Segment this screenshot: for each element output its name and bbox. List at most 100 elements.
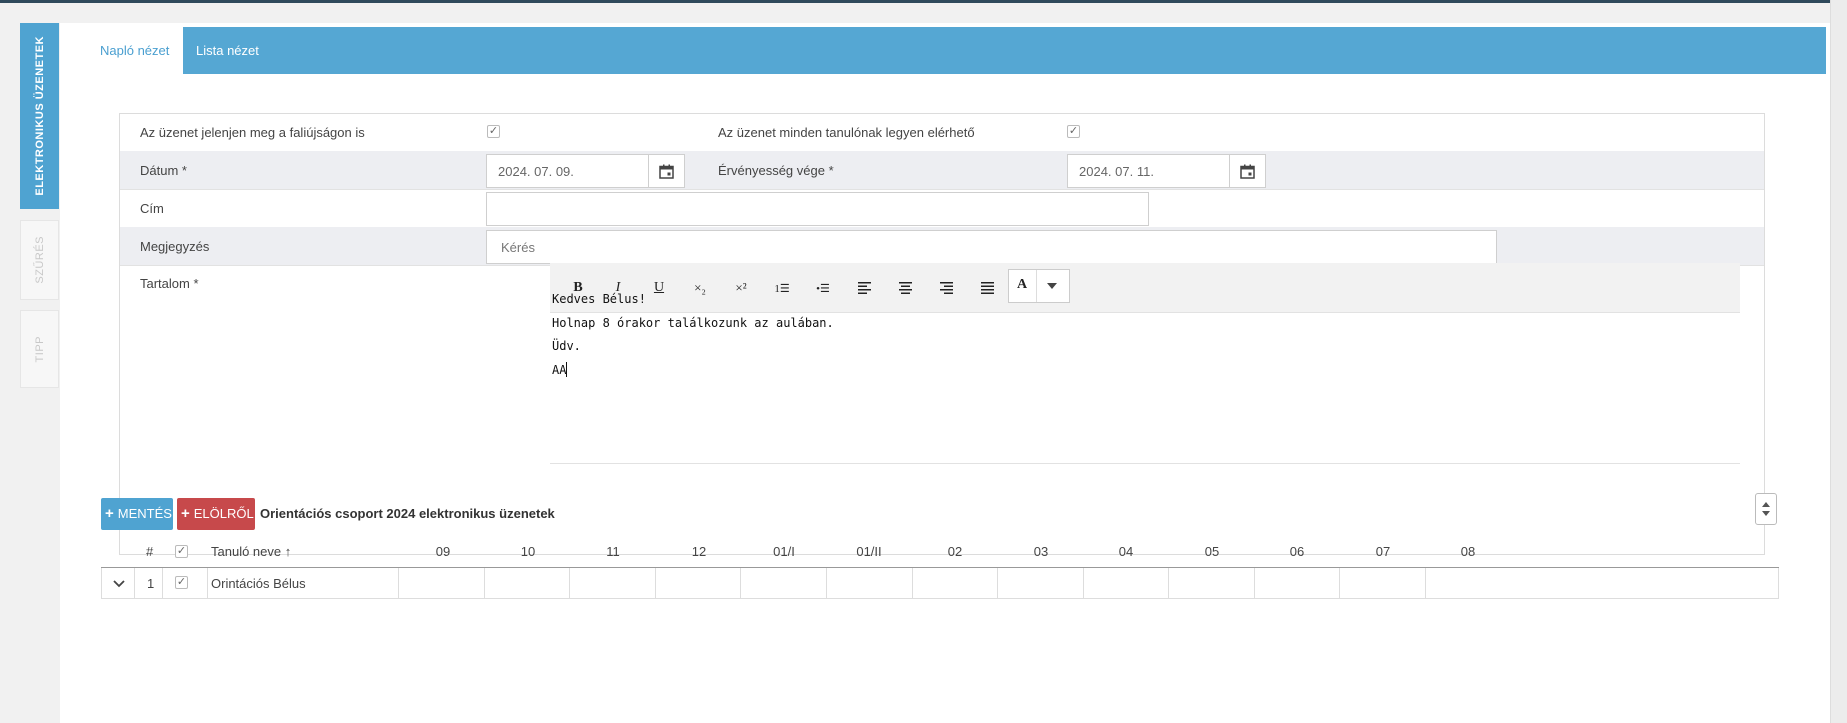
editor-line-2[interactable]: Holnap 8 órakor találkozunk az aulában. bbox=[552, 316, 834, 330]
date-value: 2024. 07. 09. bbox=[498, 164, 574, 179]
text-color-label: A bbox=[1017, 277, 1028, 292]
expand-chevron-icon[interactable] bbox=[113, 580, 125, 588]
align-left-button[interactable] bbox=[853, 277, 875, 299]
header-month: 07 bbox=[1375, 544, 1391, 559]
date-label: Dátum * bbox=[140, 163, 187, 178]
cell-divider bbox=[1339, 568, 1340, 599]
save-button[interactable]: + MENTÉS bbox=[101, 498, 173, 530]
note-input[interactable]: Kérés bbox=[486, 230, 1497, 264]
header-month: 08 bbox=[1460, 544, 1476, 559]
header-number: # bbox=[146, 544, 154, 559]
align-justify-icon bbox=[980, 282, 994, 294]
validity-field[interactable]: 2024. 07. 11. bbox=[1067, 154, 1266, 188]
sidetab-filter[interactable]: SZŰRÉS bbox=[20, 220, 59, 300]
plus-icon: + bbox=[181, 505, 190, 522]
cell-divider bbox=[740, 568, 741, 599]
align-right-button[interactable] bbox=[935, 277, 957, 299]
group-title: Orientációs csoport 2024 elektronikus üz… bbox=[260, 506, 555, 521]
cell-divider bbox=[134, 568, 135, 599]
header-month: 11 bbox=[606, 544, 620, 559]
table-row bbox=[101, 568, 1779, 599]
wall-checkbox[interactable]: ✓ bbox=[487, 125, 500, 138]
sort-arrow-icon: ↑ bbox=[281, 544, 292, 559]
cell-divider bbox=[1254, 568, 1255, 599]
editor-line-1[interactable]: Kedves Bélus! bbox=[552, 292, 646, 306]
align-justify-button[interactable] bbox=[976, 277, 998, 299]
title-label: Cím bbox=[140, 201, 164, 216]
title-input[interactable] bbox=[486, 192, 1149, 226]
date-field[interactable]: 2024. 07. 09. bbox=[486, 154, 685, 188]
calendar-icon[interactable] bbox=[1229, 155, 1265, 187]
note-placeholder: Kérés bbox=[501, 240, 535, 255]
header-month: 10 bbox=[520, 544, 536, 559]
cell-divider bbox=[162, 568, 163, 599]
cell-divider bbox=[655, 568, 656, 599]
form-row-dates: Dátum * 2024. 07. 09. Érvényesség vége *… bbox=[120, 151, 1764, 190]
tab-journal-view[interactable]: Napló nézet bbox=[86, 27, 184, 74]
all-students-checkbox[interactable]: ✓ bbox=[1067, 125, 1080, 138]
validity-value: 2024. 07. 11. bbox=[1079, 164, 1154, 179]
text-caret bbox=[566, 362, 568, 377]
validity-label: Érvényesség vége * bbox=[718, 163, 834, 178]
sidetab-tip[interactable]: TIPP bbox=[20, 310, 59, 388]
form-row-options: Az üzenet jelenjen meg a faliújságon is … bbox=[120, 114, 1764, 152]
header-month: 03 bbox=[1033, 544, 1049, 559]
form-row-title: Cím bbox=[120, 189, 1764, 228]
view-tab-bar: Napló nézet Lista nézet bbox=[86, 27, 1826, 74]
text-color-button[interactable]: A bbox=[1008, 269, 1070, 303]
calendar-icon[interactable] bbox=[648, 155, 684, 187]
sort-icon bbox=[1762, 502, 1770, 516]
editor-line-4[interactable]: AA bbox=[552, 362, 568, 377]
top-border bbox=[0, 0, 1847, 3]
form-row-note: Megjegyzés Kérés bbox=[120, 227, 1764, 266]
cell-divider bbox=[398, 568, 399, 599]
align-center-button[interactable] bbox=[894, 277, 916, 299]
underline-button[interactable]: U bbox=[648, 277, 670, 299]
header-student-name-label: Tanuló neve bbox=[211, 544, 282, 559]
save-label: MENTÉS bbox=[117, 506, 172, 521]
header-month: 02 bbox=[947, 544, 963, 559]
reset-label: ELÖLRŐL bbox=[193, 506, 254, 521]
select-all-checkbox[interactable]: ✓ bbox=[175, 545, 188, 558]
header-month: 01/II bbox=[856, 544, 882, 559]
align-left-icon bbox=[857, 282, 871, 294]
align-center-icon bbox=[898, 282, 912, 294]
tab-list-view[interactable]: Lista nézet bbox=[182, 27, 273, 74]
cell-divider bbox=[997, 568, 998, 599]
header-month: 12 bbox=[691, 544, 707, 559]
header-month: 09 bbox=[435, 544, 451, 559]
editor-bottom-border bbox=[550, 463, 1740, 464]
page-scrollbar[interactable] bbox=[1830, 0, 1847, 723]
cell-divider bbox=[912, 568, 913, 599]
ordered-list-button[interactable]: 1☰ bbox=[771, 277, 793, 299]
message-form: Az üzenet jelenjen meg a faliújságon is … bbox=[119, 113, 1765, 555]
cell-divider bbox=[1425, 568, 1426, 599]
student-name[interactable]: Orintációs Bélus bbox=[211, 576, 306, 591]
reset-button[interactable]: + ELÖLRŐL bbox=[177, 498, 255, 530]
header-month: 05 bbox=[1204, 544, 1220, 559]
sidetab-label: SZŰRÉS bbox=[33, 236, 46, 284]
plus-icon: + bbox=[105, 505, 114, 522]
unordered-list-button[interactable]: •☰ bbox=[812, 277, 834, 299]
chevron-down-icon[interactable] bbox=[1047, 283, 1057, 289]
sidetab-electronic-messages[interactable]: ELEKTRONIKUS ÜZENETEK bbox=[20, 23, 59, 209]
cell-divider bbox=[207, 568, 208, 599]
wall-label: Az üzenet jelenjen meg a faliújságon is bbox=[140, 125, 365, 140]
cell-divider bbox=[1168, 568, 1169, 599]
editor-line-3[interactable]: Üdv. bbox=[552, 339, 581, 353]
row-number: 1 bbox=[147, 576, 155, 591]
superscript-button[interactable]: ×² bbox=[730, 277, 752, 299]
main-panel: Napló nézet Lista nézet Az üzenet jelenj… bbox=[60, 23, 1830, 723]
row-checkbox[interactable]: ✓ bbox=[175, 576, 188, 589]
note-label: Megjegyzés bbox=[140, 239, 210, 254]
editor-line-4-text: AA bbox=[552, 363, 567, 377]
header-month: 04 bbox=[1118, 544, 1134, 559]
sidetab-label: TIPP bbox=[33, 335, 46, 363]
align-right-icon bbox=[939, 282, 953, 294]
subscript-button[interactable]: ×₂ bbox=[689, 277, 711, 299]
sort-toggle-button[interactable] bbox=[1755, 493, 1777, 525]
all-students-label: Az üzenet minden tanulónak legyen elérhe… bbox=[718, 125, 975, 140]
editor-toolbar: B I U ×₂ ×² 1☰ •☰ A bbox=[550, 263, 1740, 313]
divider bbox=[1036, 270, 1037, 302]
header-student-name[interactable]: Tanuló neve ↑ bbox=[211, 544, 291, 559]
